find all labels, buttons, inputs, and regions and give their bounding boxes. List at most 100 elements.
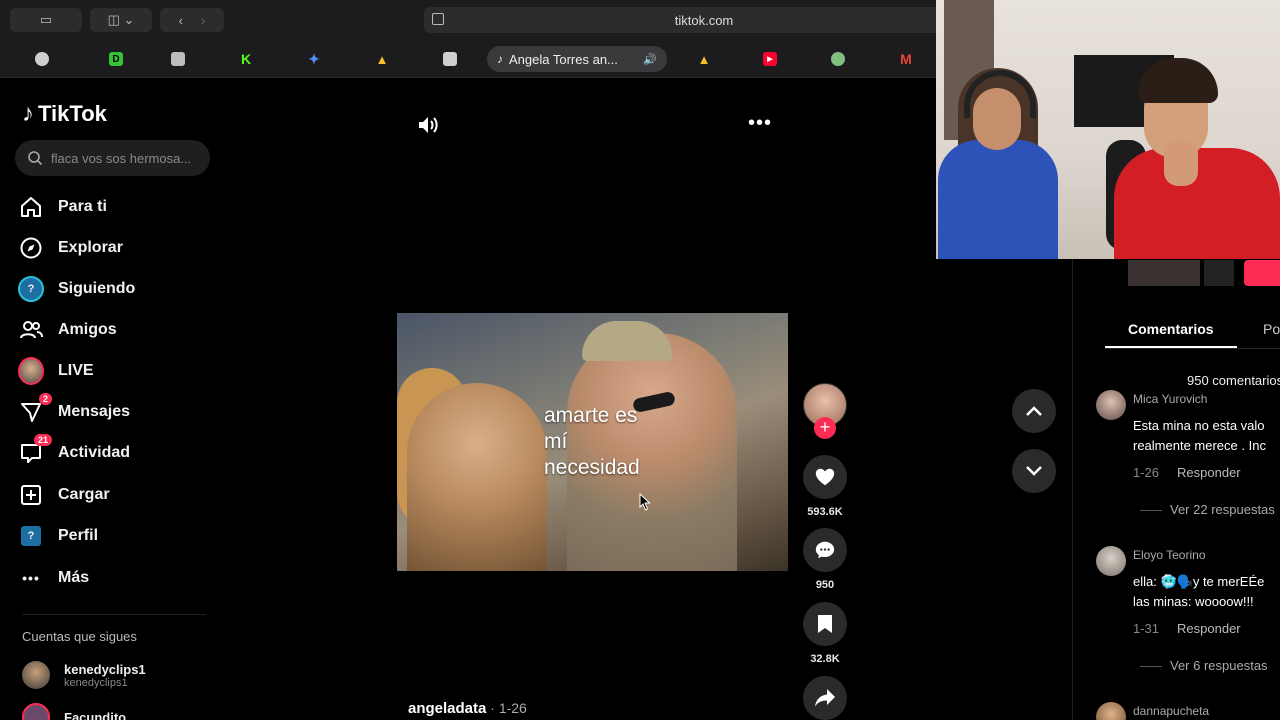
avatar[interactable] (1096, 390, 1126, 420)
more-dots-icon: ••• (22, 570, 40, 586)
nav-label: Explorar (58, 239, 123, 256)
tab-openai[interactable] (24, 46, 60, 72)
video-more-options-icon[interactable]: ••• (748, 112, 772, 135)
save-button[interactable] (803, 602, 847, 646)
page-settings-icon (432, 13, 444, 25)
tab-game[interactable] (820, 46, 856, 72)
thumbnail[interactable] (1204, 260, 1234, 286)
webcam-overlay (936, 0, 1280, 259)
friends-icon (18, 317, 44, 343)
messages-icon: 2 (18, 393, 52, 425)
nav-siguiendo[interactable]: ? Siguiendo (18, 272, 208, 306)
tab-notes[interactable] (160, 46, 196, 72)
comment-date: 1-31 (1133, 621, 1160, 636)
comment-count: 950 (815, 579, 835, 591)
tiktok-favicon-icon: ♪ (497, 52, 503, 66)
video-date: · 1-26 (486, 700, 527, 716)
nav-actividad[interactable]: 21 Actividad (18, 434, 208, 470)
sidebar-divider (22, 614, 206, 615)
messages-badge: 2 (38, 393, 52, 405)
tab-drive-2[interactable]: ▲ (686, 46, 722, 72)
tabs-divider (1105, 348, 1280, 349)
view-replies-button[interactable]: Ver 22 respuestas (1140, 502, 1275, 517)
volume-icon (419, 117, 438, 133)
video-author[interactable]: angeladata (408, 700, 486, 717)
search-box[interactable] (15, 140, 210, 176)
nav-label: Para ti (58, 198, 107, 215)
upload-icon (18, 482, 44, 508)
avatar[interactable] (1096, 546, 1126, 576)
address-bar[interactable]: tiktok.com (424, 7, 984, 33)
avatar (22, 661, 50, 689)
tab-drive[interactable]: ▲ (364, 46, 400, 72)
share-icon (815, 689, 835, 707)
nav-label: Perfil (58, 527, 99, 544)
following-section-title: Cuentas que sigues (22, 629, 137, 644)
comment-text: Esta mina no esta valo realmente merece … (1133, 418, 1266, 453)
gemini-icon: ✦ (308, 50, 320, 67)
video-frame-shape (582, 321, 672, 361)
sheets-icon (443, 52, 457, 66)
activity-icon: 21 (18, 434, 52, 466)
chevron-left-icon: ‹ (178, 12, 183, 28)
thumbnail[interactable] (1128, 260, 1200, 286)
comment-username[interactable]: Eloyo Teorino (1133, 548, 1206, 562)
following-account[interactable]: kenedyclips1 kenedyclips1 (22, 661, 146, 689)
chevron-up-icon (1026, 406, 1042, 416)
previous-video-button[interactable] (1012, 389, 1056, 433)
openai-icon (35, 52, 49, 66)
nav-cargar[interactable]: Cargar (18, 478, 208, 512)
tab-gemini[interactable]: ✦ (296, 46, 332, 72)
video-frame-shape (407, 383, 547, 571)
view-replies-button[interactable]: Ver 6 respuestas (1140, 658, 1268, 673)
tab-gmail[interactable]: M (888, 46, 924, 72)
nav-label: LIVE (58, 362, 94, 379)
tab-d-app[interactable]: D (98, 46, 134, 72)
url-text: tiktok.com (674, 12, 734, 28)
tab-comentarios[interactable]: Comentarios (1128, 321, 1214, 337)
reply-button[interactable]: Responder (1177, 621, 1241, 636)
nav-perfil[interactable]: ? Perfil (18, 519, 208, 553)
notion-like-icon (171, 52, 185, 66)
nav-label: Mensajes (58, 403, 131, 420)
reply-button[interactable]: Responder (1177, 465, 1241, 480)
nav-mas[interactable]: ••• Más (18, 561, 208, 595)
d-app-icon: D (109, 52, 123, 66)
tab-sheets[interactable] (432, 46, 468, 72)
nav-para-ti[interactable]: Para ti (18, 190, 208, 224)
nav-mensajes[interactable]: 2 Mensajes (18, 393, 208, 429)
next-video-button[interactable] (1012, 449, 1056, 493)
nav-explorar[interactable]: Explorar (18, 231, 208, 265)
follow-plus-icon[interactable]: + (814, 417, 836, 439)
search-input[interactable] (51, 150, 201, 166)
comments-button[interactable] (803, 528, 847, 572)
video-player[interactable]: amarte es mí necesidad (397, 313, 788, 571)
tiktok-note-icon: ♪ (22, 100, 34, 127)
audio-playing-icon[interactable]: 🔊 (643, 53, 657, 66)
volume-button[interactable] (416, 113, 440, 142)
comment-date: 1-26 (1133, 465, 1160, 480)
tab-active-tiktok[interactable]: ♪ Angela Torres an... 🔊 (487, 46, 667, 72)
tab-kick[interactable]: K (228, 46, 264, 72)
comment-username[interactable]: dannapucheta (1133, 704, 1209, 718)
like-button[interactable] (803, 455, 847, 499)
nav-label: Siguiendo (58, 280, 136, 297)
follow-button[interactable] (1244, 260, 1280, 286)
active-tab-title: Angela Torres an... (509, 51, 618, 67)
nav-live[interactable]: LIVE (18, 354, 208, 388)
tab-other[interactable]: Po (1263, 321, 1280, 337)
comment-meta: 1-31 Responder (1133, 621, 1241, 636)
nav-amigos[interactable]: Amigos (18, 313, 208, 347)
share-button[interactable] (803, 676, 847, 720)
back-button[interactable]: ‹ › (160, 8, 224, 32)
tiktok-logo[interactable]: ♪ TikTok (22, 100, 107, 128)
window-switcher-button[interactable]: ▭ (10, 8, 82, 32)
sidebar-toggle-button[interactable]: ◫ ⌄ (90, 8, 152, 32)
tab-youtube[interactable]: ▶ (752, 46, 788, 72)
account-handle: kenedyclips1 (64, 676, 128, 689)
comment-username[interactable]: Mica Yurovich (1133, 392, 1207, 406)
following-account[interactable]: Facundito (22, 703, 126, 720)
search-icon (28, 151, 43, 166)
gmail-icon: M (900, 51, 912, 67)
chevron-right-icon: › (201, 12, 206, 28)
